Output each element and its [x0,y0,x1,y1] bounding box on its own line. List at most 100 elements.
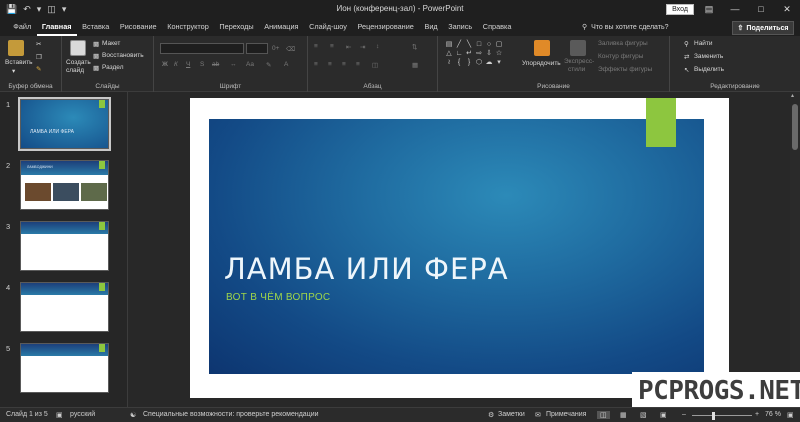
shape-line-icon[interactable]: ╱ [454,40,464,49]
sign-in-button[interactable]: Вход [666,4,694,15]
new-slide-button-line2[interactable]: слайд [66,67,84,74]
comments-button[interactable]: Примечания [546,411,586,418]
clear-formatting-icon[interactable]: ⌫ [286,45,295,53]
ribbon-display-icon[interactable]: ▤ [696,0,722,18]
notes-button[interactable]: Заметки [498,411,525,418]
normal-view-icon[interactable]: ◫ [597,411,610,419]
reset-button[interactable]: Восстановить [102,52,144,59]
select-button[interactable]: Выделить [694,66,724,73]
shape-rounded-rect-icon[interactable]: ▢ [494,40,504,49]
paste-button[interactable]: Вставить [5,59,33,66]
cut-icon[interactable]: ✂ [36,40,41,48]
shape-arrow-down-icon[interactable]: ⇩ [484,49,494,58]
slide-thumbnails-pane[interactable]: 1 ЛАМБА ИЛИ ФЕРА 2 ЛАМБОДЖИНИ 3 4 5 [0,92,128,407]
strikethrough-button[interactable]: ab [212,61,219,68]
shadow-button[interactable]: S [200,61,204,68]
tab-view[interactable]: Вид [419,18,443,36]
new-slide-button[interactable]: Создать [66,59,91,66]
decrease-indent-icon[interactable]: ⇤ [346,43,351,51]
zoom-out-icon[interactable]: – [682,411,686,418]
highlight-icon[interactable]: ✎ [266,61,271,69]
shape-triangle-icon[interactable]: △ [444,49,454,58]
font-name-input[interactable] [160,43,244,54]
slide-thumbnail-5[interactable] [20,343,109,393]
justify-icon[interactable]: ≡ [356,61,360,68]
zoom-slider[interactable] [692,415,752,416]
zoom-level[interactable]: 76 % [765,411,781,418]
new-slide-icon[interactable] [70,40,86,56]
align-center-icon[interactable]: ≡ [328,61,332,68]
arrange-button[interactable]: Упорядочить [522,60,561,67]
columns-icon[interactable]: ◫ [372,61,378,69]
line-spacing-icon[interactable]: ↕ [376,43,379,50]
tab-home[interactable]: Главная [36,18,77,36]
tab-animations[interactable]: Анимация [259,18,304,36]
shape-oval-icon[interactable]: ○ [484,40,494,49]
minimize-icon[interactable]: — [722,0,748,18]
quick-styles-button-line2[interactable]: стили [568,66,585,73]
tab-design[interactable]: Конструктор [162,18,214,36]
quick-styles-button[interactable]: Экспресс- [564,58,594,65]
restore-icon[interactable]: □ [748,0,774,18]
shape-hex-icon[interactable]: ⬡ [474,58,484,67]
shape-arrow-right-icon[interactable]: ⇨ [474,49,484,58]
scroll-up-icon[interactable]: ▴ [791,92,794,99]
text-direction-icon[interactable]: ⇅ [412,43,417,51]
slide-thumbnail-3[interactable] [20,221,109,271]
accessibility-status[interactable]: Специальные возможности: проверьте реком… [143,411,319,418]
slide-thumbnail-4[interactable] [20,282,109,332]
slide-subtitle[interactable]: ВОТ В ЧЁМ ВОПРОС [226,292,330,303]
shape-bent-line-icon[interactable]: ∟ [454,49,464,58]
align-right-icon[interactable]: ≡ [342,61,346,68]
tab-slideshow[interactable]: Слайд-шоу [304,18,352,36]
shapes-gallery[interactable]: ▤ ╱ ╲ □ ○ ▢ △ ∟ ↵ ⇨ ⇩ ☆ ≀ { } ⬡ ☁ ▾ [444,40,504,68]
increase-font-icon[interactable]: 0+ [272,45,279,52]
tab-draw[interactable]: Рисование [115,18,162,36]
slide-thumbnail-2[interactable]: ЛАМБОДЖИНИ [20,160,109,210]
fit-to-window-icon[interactable]: ▣ [787,411,794,419]
italic-button[interactable]: К [174,61,178,68]
tab-transitions[interactable]: Переходы [214,18,259,36]
shape-rect-icon[interactable]: □ [474,40,484,49]
slide-sorter-icon[interactable]: ▦ [620,411,627,419]
format-painter-icon[interactable]: ✎ [36,65,41,73]
layout-button[interactable]: Макет [102,40,120,47]
shape-brace-icon[interactable]: { [454,58,464,67]
bold-button[interactable]: Ж [162,61,168,68]
zoom-slider-knob[interactable] [712,412,715,420]
arrange-icon[interactable] [534,40,550,56]
shape-cloud-icon[interactable]: ☁ [484,58,494,67]
numbering-icon[interactable]: ≡ [330,43,334,50]
copy-icon[interactable]: ❐ [36,53,42,61]
bullets-icon[interactable]: ≡ [314,43,318,50]
shape-outline-button[interactable]: Контур фигуры [598,53,643,60]
spellcheck-icon[interactable]: ▣ [56,411,63,419]
shape-connector-icon[interactable]: ↵ [464,49,474,58]
increase-indent-icon[interactable]: ⇥ [360,43,365,51]
paste-dropdown-icon[interactable]: ▾ [12,67,15,75]
shapes-more-icon[interactable]: ▾ [494,58,504,67]
shape-brace2-icon[interactable]: } [464,58,474,67]
shape-line2-icon[interactable]: ╲ [464,40,474,49]
shape-fill-button[interactable]: Заливка фигуры [598,40,648,47]
vertical-scrollbar[interactable]: ▴ ▾ ⇑ ⇓ [790,92,800,407]
shape-curve-icon[interactable]: ≀ [444,58,454,67]
language-indicator[interactable]: русский [70,411,95,418]
paste-icon[interactable] [8,40,24,56]
shape-star-icon[interactable]: ☆ [494,49,504,58]
align-left-icon[interactable]: ≡ [314,61,318,68]
tab-record[interactable]: Запись [443,18,478,36]
replace-button[interactable]: Заменить [694,53,723,60]
shape-textbox-icon[interactable]: ▤ [444,40,454,49]
slideshow-view-icon[interactable]: ▣ [660,411,667,419]
tab-review[interactable]: Рецензирование [352,18,419,36]
smartart-icon[interactable]: ▦ [412,61,418,69]
tab-file[interactable]: Файл [8,18,37,36]
slide-canvas[interactable]: ЛАМБА ИЛИ ФЕРА ВОТ В ЧЁМ ВОПРОС [190,98,729,398]
change-case-icon[interactable]: Aa [246,61,254,68]
slide-thumbnail-1[interactable]: ЛАМБА ИЛИ ФЕРА [18,97,111,151]
find-button[interactable]: Найти [694,40,713,47]
char-spacing-icon[interactable]: ↔ [230,61,237,68]
section-button[interactable]: Раздел [102,64,123,71]
reading-view-icon[interactable]: ▧ [640,411,647,419]
